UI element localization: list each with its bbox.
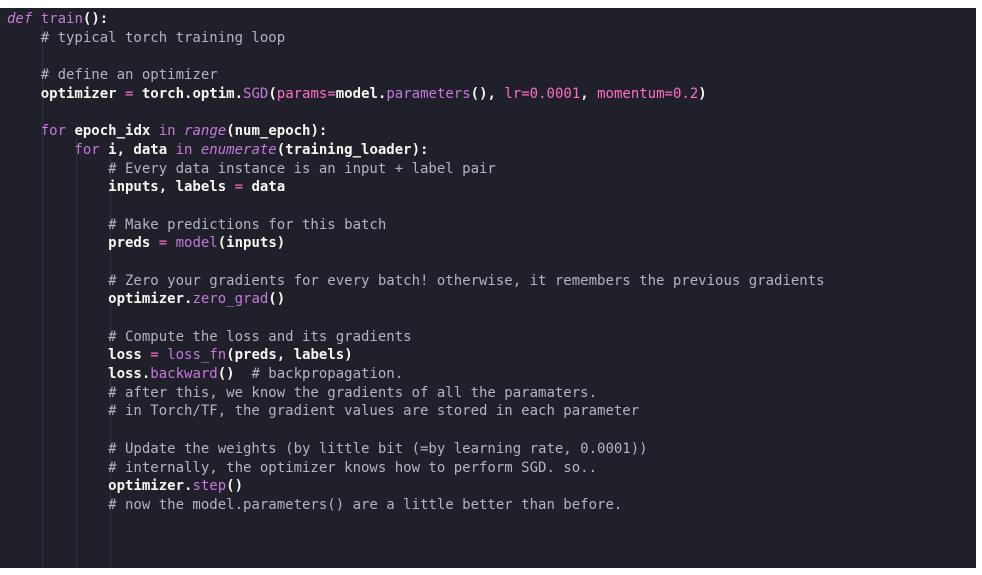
code-token: loss xyxy=(7,347,151,364)
code-editor[interactable]: def train(): # typical torch training lo… xyxy=(0,8,976,568)
code-token: preds xyxy=(7,235,159,252)
code-token: optimizer. xyxy=(7,478,193,495)
code-token: = xyxy=(150,347,159,364)
code-token: = xyxy=(521,85,530,102)
code-token: # Compute the loss and its gradients xyxy=(7,328,412,345)
code-token: 0.0001 xyxy=(529,85,581,102)
code-token: optimizer. xyxy=(7,291,193,308)
code-token: inputs, labels xyxy=(7,179,235,196)
code-token: data xyxy=(243,179,286,196)
code-token: model xyxy=(175,235,218,252)
code-line: # after this, we know the gradients of a… xyxy=(7,384,825,403)
code-line: optimizer.zero_grad() xyxy=(7,290,825,309)
code-line: for i, data in enumerate(training_loader… xyxy=(7,141,825,160)
code-line: loss = loss_fn(preds, labels) xyxy=(7,346,825,365)
code-token: for xyxy=(7,123,67,140)
code-token: (num_epoch): xyxy=(226,123,328,140)
code-token: # backpropagation. xyxy=(234,366,404,383)
code-token: ( xyxy=(268,85,277,102)
code-token: (), xyxy=(470,85,505,102)
code-token: = xyxy=(234,179,244,196)
code-line: # Every data instance is an input + labe… xyxy=(7,160,825,179)
code-line: # Compute the loss and its gradients xyxy=(7,328,825,347)
code-token: train xyxy=(40,11,83,27)
code-token: # typical torch training loop xyxy=(7,29,286,46)
code-token: (): xyxy=(82,11,109,27)
code-token: , xyxy=(580,85,598,102)
code-token: in xyxy=(158,123,176,140)
code-token: params xyxy=(276,85,328,102)
code-token: step xyxy=(192,478,227,495)
code-token: zero_grad xyxy=(192,291,269,308)
code-token: model. xyxy=(335,85,387,102)
code-line: optimizer.step() xyxy=(7,477,825,496)
code-token: in xyxy=(175,141,193,158)
code-token: 0.2 xyxy=(672,85,699,102)
code-token: backward xyxy=(150,366,218,383)
code-line: # Zero your gradients for every batch! o… xyxy=(7,272,825,291)
code-token: SGD xyxy=(243,85,269,102)
code-line: # in Torch/TF, the gradient values are s… xyxy=(7,402,825,421)
code-token: enumerate xyxy=(200,141,277,158)
code-token: # after this, we know the gradients of a… xyxy=(7,384,598,401)
code-token: (training_loader): xyxy=(276,141,429,158)
code-token: for xyxy=(7,141,100,158)
code-token: lr xyxy=(504,85,522,102)
code-line: # typical torch training loop xyxy=(7,29,825,48)
code-token: (preds, labels) xyxy=(226,347,353,364)
code-token: range xyxy=(184,123,227,140)
code-line: inputs, labels = data xyxy=(7,178,825,197)
code-token: # Every data instance is an input + labe… xyxy=(7,160,496,177)
code-line: # Update the weights (by little bit (=by… xyxy=(7,440,825,459)
code-token: () xyxy=(226,478,244,495)
code-line: preds = model(inputs) xyxy=(7,234,825,253)
code-line: for epoch_idx in range(num_epoch): xyxy=(7,122,825,141)
code-token: () xyxy=(217,366,235,383)
code-line: loss.backward() # backpropagation. xyxy=(7,365,825,384)
code-token: # Zero your gradients for every batch! o… xyxy=(7,272,825,289)
code-token: () xyxy=(268,291,286,308)
code-token: parameters xyxy=(386,85,471,102)
code-token: loss_fn xyxy=(167,347,227,364)
code-token: loss. xyxy=(7,366,151,383)
code-token: # Make predictions for this batch xyxy=(7,216,387,233)
code-token: epoch_idx xyxy=(66,123,159,140)
code-token: # now the model.parameters() are a littl… xyxy=(7,496,623,513)
code-token: # define an optimizer xyxy=(7,67,218,84)
code-token: momentum xyxy=(597,85,665,102)
code-line: optimizer = torch.optim.SGD(params=model… xyxy=(7,85,825,104)
code-token: # Update the weights (by little bit (=by… xyxy=(7,440,648,457)
code-line: # Make predictions for this batch xyxy=(7,216,825,235)
code-line: # internally, the optimizer knows how to… xyxy=(7,459,825,478)
code-line: def train(): xyxy=(7,10,825,29)
code-token: ) xyxy=(698,85,707,102)
code-line: # now the model.parameters() are a littl… xyxy=(7,496,825,515)
code-token: = xyxy=(327,85,336,102)
code-line: # define an optimizer xyxy=(7,66,825,85)
code-token: (inputs) xyxy=(217,235,286,252)
code-token: # internally, the optimizer knows how to… xyxy=(7,459,598,476)
code-token: optimizer xyxy=(7,85,126,102)
code-token: def xyxy=(7,11,33,27)
code-token: i, data xyxy=(99,141,176,158)
code-token: torch.optim. xyxy=(133,85,244,102)
code-token: = xyxy=(664,85,673,102)
code-token: = xyxy=(158,235,168,252)
code-token: # in Torch/TF, the gradient values are s… xyxy=(7,403,640,420)
code-block[interactable]: def train(): # typical torch training lo… xyxy=(7,10,825,515)
